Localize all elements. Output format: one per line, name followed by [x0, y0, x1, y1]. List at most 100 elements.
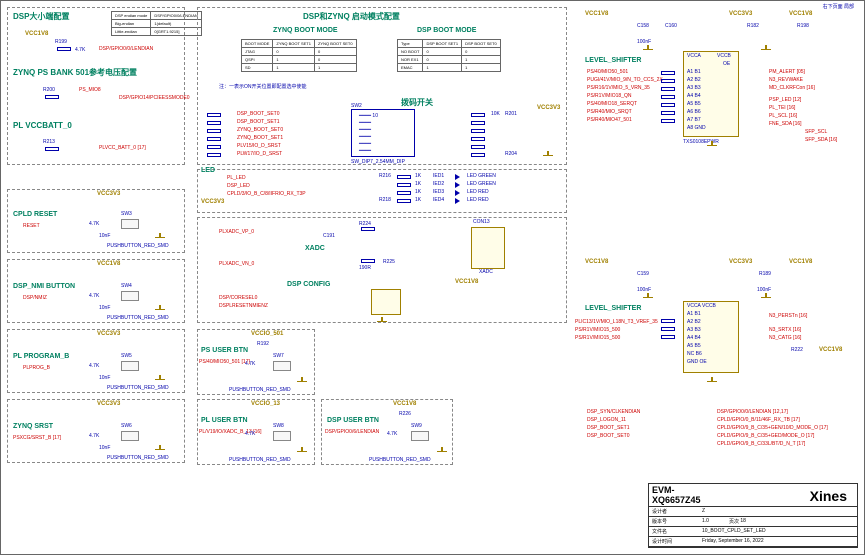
r189: R189 — [759, 271, 771, 277]
r182: R182 — [747, 23, 759, 29]
r192: R192 — [257, 341, 269, 347]
gnd-d — [155, 445, 165, 453]
dip-r5 — [207, 153, 221, 157]
gnd-ls1-a — [643, 45, 653, 53]
r222: R222 — [791, 347, 803, 353]
sw5 — [121, 361, 139, 371]
zynq-boot-table: BOOT MODEZYNQ BOOT SET1ZYNQ BOOT SET0 JT… — [241, 39, 357, 72]
ls1-r2: MD_CLKRFCon [16] — [769, 85, 815, 91]
ls1-pin-a5b5: A5 B5 — [687, 101, 701, 107]
gnd-a — [155, 233, 165, 241]
net-lendian: DSP/GPIO0/0/LENDIAN — [99, 46, 153, 52]
ied2: IED2 — [433, 181, 444, 187]
ls1-pin-oe: OE — [723, 61, 730, 67]
dip-row-5: ━━━━ — [359, 141, 371, 147]
xadc-190r: 190R — [359, 265, 371, 271]
tb-date-l: 设计时间 — [652, 538, 702, 545]
ls2-p1: A1 B1 — [687, 311, 701, 317]
xadc-r225: R225 — [383, 259, 395, 265]
c159: C159 — [637, 271, 649, 277]
sw9 — [411, 431, 429, 441]
ls1-pin-a3b3: A3 B3 — [687, 85, 701, 91]
ls2-r0: N3_PERSTn [16] — [769, 313, 807, 319]
section-zynq-srst: ZYNQ SRST — [13, 423, 53, 430]
rail-vcc1v8-g: VCC1V8 — [393, 401, 416, 407]
net-resetnmi: DSPLRESETNMIENZ — [219, 303, 268, 309]
rail-vcc1v8-cfg: VCC1V8 — [455, 279, 478, 285]
section-dsp-boot: DSP BOOT MODE — [417, 27, 476, 34]
net-dsp-led: DSP_LED — [227, 183, 250, 189]
sw8-label: SW8 — [273, 423, 284, 429]
endian-table: DSP endian modeDSP/GPIO0/0/LENDIAN Big-e… — [111, 11, 202, 36]
ls1-e0: SFP_SCL — [805, 129, 827, 135]
ls1-l0: PS/40/MIO50_501 — [587, 69, 628, 75]
ls1-rp4 — [661, 103, 675, 107]
rail-vcc3v3-dip: VCC3V3 — [537, 105, 560, 111]
bnet-l2: DSP_BOOT_SET1 — [587, 425, 630, 431]
ls1-r5: PL_SCL [16] — [769, 113, 797, 119]
net-plprog: PLPROG_B — [23, 365, 50, 371]
section-ps-user: PS USER BTN — [201, 347, 248, 354]
rail-vccio501: VCCIO_501 — [251, 331, 283, 337]
val-47k-c: 4.7K — [89, 363, 99, 369]
led-1k-a: 1K — [415, 173, 421, 179]
sw3-val: 10nF — [99, 233, 110, 239]
ls2-p3: A3 B3 — [687, 327, 701, 333]
sw4-part: PUSHBUTTON_RED_SMD — [107, 315, 169, 321]
dip-net-5: PLW17/IO_D_SRST — [237, 151, 282, 157]
ls1-rp0 — [661, 71, 675, 75]
rail-vcc3v3-ls1a: VCC3V3 — [729, 11, 752, 17]
dip-r3 — [207, 137, 221, 141]
ls2-l0: PLIC13/1V/MIO_L18N_T3_VREF_35 — [575, 319, 658, 325]
xadc-ic: XADC — [479, 269, 493, 275]
net-xadc-vp: PLXADC_VP_0 — [219, 229, 254, 235]
net-nmiz: DSP/NMIZ — [23, 295, 47, 301]
ls1-pin-a6b6: A6 B6 — [687, 109, 701, 115]
net-mio8: PS_MIO8 — [79, 87, 101, 93]
dip-rr-10k: 10K — [491, 111, 500, 117]
sw5-val: 10nF — [99, 375, 110, 381]
xadc-c191: C191 — [323, 233, 335, 239]
ls1-r3: PSP_LED [12] — [769, 97, 801, 103]
ls1-pin-gnd: A8 GND — [687, 125, 706, 131]
bnet-r4: CPLD/GPIO/9_B_C/33L/BT/D_N_T [17] — [717, 441, 805, 447]
ls2-p6: NC B6 — [687, 351, 702, 357]
tb-file-l: 文件名 — [652, 528, 702, 535]
tb-sheet-v: 18 — [740, 518, 746, 525]
dip-net-0: DSP_BOOT_SET0 — [237, 111, 280, 117]
sw6-val: 10nF — [99, 445, 110, 451]
dip-row-3: ━━━━ — [359, 127, 371, 133]
dip-rr2 — [471, 129, 485, 133]
con13 — [471, 227, 505, 269]
dip-row-2: ━━━━ — [359, 120, 371, 126]
section-cpld-reset: CPLD RESET — [13, 211, 57, 218]
ls1-l5: PS/R40/MIO_SRQT — [587, 109, 632, 115]
val-47k-a: 4.7K — [89, 221, 99, 227]
sw9-label: SW9 — [411, 423, 422, 429]
net-xadc-vn: PLXADC_VN_0 — [219, 261, 254, 267]
net-cpld-rx: CPLD/3/IO_B_C/8/IIFRIO_RX_T3P — [227, 191, 306, 197]
rail-vcc1v8-1: VCC1V8 — [25, 31, 48, 37]
ls1-l6: PS/R40/MIO47_501 — [587, 117, 632, 123]
dip-rr-r201: R201 — [505, 111, 517, 117]
net-mio14: DSP/GPIO14/PCIEESSMODE0 — [119, 95, 190, 101]
sw5-label: SW5 — [121, 353, 132, 359]
net-gpio06: DSP/GPIO0/6/LENDIAN — [325, 429, 379, 435]
dip-r2 — [207, 129, 221, 133]
ls2-p5: A5 B5 — [687, 343, 701, 349]
dip-r1 — [207, 121, 221, 125]
dip-net-2: ZYNQ_BOOT_SET0 — [237, 127, 283, 133]
tb-designer-l: 设计者 — [652, 508, 702, 515]
tb-file-v: 10_BOOT_CPLD_SET_LED — [702, 528, 766, 535]
pl-prog-box — [7, 329, 185, 393]
rail-vccio13: VCCIO_13 — [251, 401, 280, 407]
bnet-r2: CPLD/GPIO/9_B_C/35+GEN/10/D_MODE_O [17] — [717, 425, 828, 431]
ied1: IED1 — [433, 173, 444, 179]
dip-r4 — [207, 145, 221, 149]
led-d2 — [455, 182, 460, 188]
r199 — [57, 47, 71, 51]
sw6 — [121, 431, 139, 441]
dip-net-1: DSP_BOOT_SET1 — [237, 119, 280, 125]
tb-sheet-l: 页次 — [729, 518, 739, 525]
section-bank501: ZYNQ PS BANK 501参考电压配置 — [13, 67, 137, 78]
